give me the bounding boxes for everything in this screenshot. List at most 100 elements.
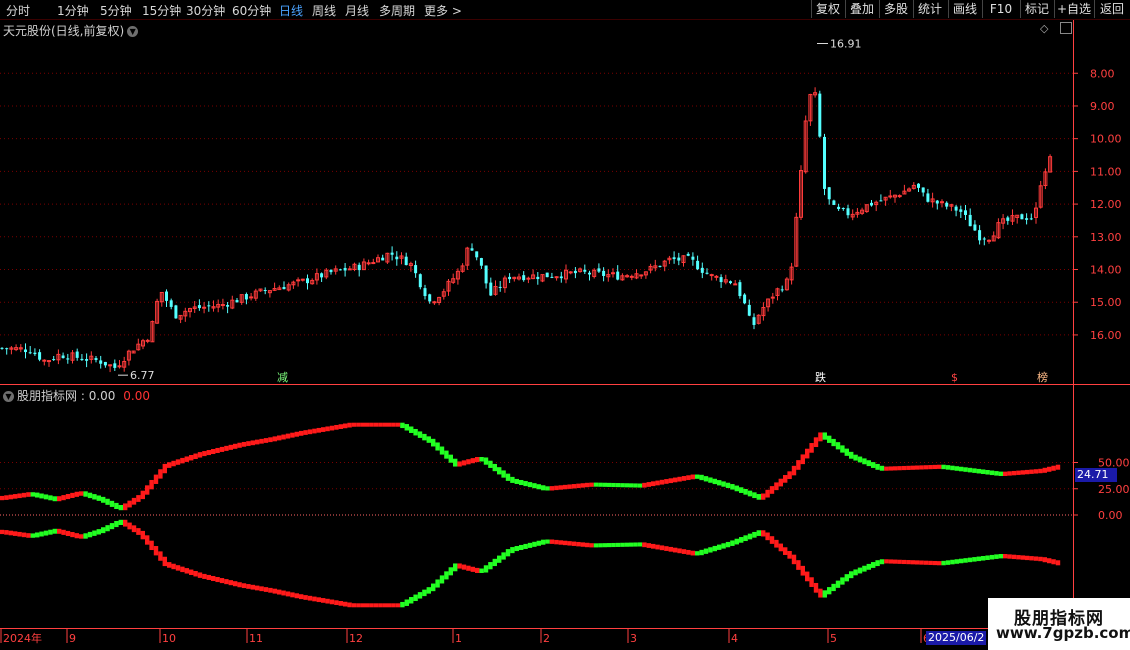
indicator-lower-step	[1007, 554, 1012, 559]
indicator-lower-step	[620, 542, 625, 547]
indicator-lower-step	[558, 540, 563, 545]
indicator-upper-step	[853, 454, 858, 461]
indicator-upper-step	[967, 467, 973, 473]
indicator-upper-step	[976, 468, 981, 474]
indicator-upper-step	[571, 484, 577, 489]
indicator-lower-step	[857, 567, 863, 574]
indicator-lower-step	[118, 519, 123, 526]
indicator-upper-step	[0, 495, 5, 501]
indicator-upper-step	[840, 445, 845, 453]
candle-body	[536, 276, 540, 280]
event-label: 减	[277, 371, 288, 384]
indicator-upper-step	[844, 448, 849, 456]
indicator-upper-step	[747, 490, 753, 497]
indicator-upper-step	[321, 427, 326, 432]
candle-body	[418, 274, 422, 288]
indicator-lower-step	[153, 546, 159, 556]
window-icon[interactable]	[1060, 22, 1072, 34]
indicator-lower-step	[378, 603, 383, 608]
candle-body	[489, 282, 493, 296]
indicator-upper-step	[365, 422, 370, 427]
indicator-lower-step	[589, 543, 594, 548]
indicator-lower-step	[127, 522, 132, 530]
indicator-lower-step	[901, 559, 907, 565]
indicator-upper-step	[466, 459, 471, 465]
indicator-lower-step	[972, 557, 977, 562]
indicator-upper-step	[633, 483, 638, 488]
last-value-badge: 24.71	[1075, 468, 1117, 482]
indicator-upper-step	[646, 482, 651, 487]
indicator-lower-step	[536, 540, 541, 546]
indicator-lower-step	[0, 529, 5, 535]
indicator-lower-step	[470, 566, 475, 572]
indicator-lower-step	[1042, 557, 1047, 563]
candle-body	[729, 281, 732, 284]
candle-body	[113, 363, 117, 368]
indicator-lower-step	[417, 592, 423, 599]
indicator-lower-step	[721, 543, 726, 549]
indicator-lower-step	[268, 587, 273, 593]
candle-body	[770, 296, 775, 299]
indicator-upper-step	[972, 468, 977, 473]
indicator-lower-step	[136, 528, 141, 535]
chevron-down-icon[interactable]: ▼	[3, 391, 14, 402]
indicator-upper-step	[338, 424, 343, 429]
indicator-lower-step	[598, 543, 603, 548]
indicator-upper-step	[101, 496, 106, 503]
indicator-upper-step	[347, 422, 352, 428]
indicator-upper-step	[527, 482, 533, 488]
indicator-lower-step	[338, 601, 343, 606]
indicator-upper-step	[118, 504, 123, 511]
indicator-lower-step	[871, 562, 876, 568]
indicator-upper-step	[791, 465, 797, 476]
candle-body	[320, 273, 324, 278]
indicator-upper-step	[470, 458, 475, 464]
price-chart[interactable]: 16.91 6.77 减 跌 $ 榜 16.00 15.00 14.00 13.00 12.00 1…	[0, 0, 1130, 650]
indicator-panel-title: ▼ 股朋指标网 : 0.00 0.00	[3, 387, 150, 404]
indicator-upper-step	[241, 441, 247, 447]
indicator-upper-step	[501, 470, 506, 478]
candle-body	[202, 306, 207, 309]
time-axis-label: 11	[249, 632, 263, 645]
indicator-lower-step	[963, 558, 968, 563]
indicator-lower-step	[985, 555, 990, 561]
diamond-icon[interactable]: ◇	[1040, 22, 1048, 35]
candle-body	[371, 262, 376, 265]
indicator-upper-step	[1051, 465, 1056, 471]
indicator-lower-step	[730, 540, 735, 546]
indicator-upper-step	[171, 460, 176, 467]
candle-body	[103, 361, 107, 366]
indicator-upper-step	[532, 483, 537, 489]
indicator-upper-step	[369, 422, 374, 427]
indicator-upper-step	[488, 460, 493, 468]
candle-body	[982, 238, 986, 240]
indicator-lower-step	[1029, 556, 1034, 561]
indicator-lower-step	[285, 591, 291, 597]
indicator-upper-step	[21, 492, 27, 498]
indicator-upper-step	[475, 457, 480, 463]
chevron-down-icon[interactable]: ▼	[127, 26, 139, 37]
candle-body	[677, 257, 681, 261]
indicator-upper-step	[1038, 468, 1043, 474]
indicator-lower-step	[193, 570, 198, 577]
indicator-lower-step	[752, 531, 757, 538]
indicator-upper-step	[4, 495, 9, 500]
candle-body	[220, 304, 225, 307]
indicator-upper-step	[721, 481, 726, 487]
candle-body	[108, 364, 113, 367]
indicator-lower-step	[65, 530, 71, 537]
candle-body	[639, 274, 644, 277]
indicator-lower-step	[263, 587, 269, 592]
indicator-lower-step	[994, 554, 999, 559]
candle-body	[174, 305, 178, 319]
indicator-lower-step	[580, 542, 585, 547]
indicator-upper-step	[725, 482, 731, 489]
indicator-lower-step	[325, 598, 330, 604]
indicator-lower-step	[171, 563, 176, 570]
candle-body	[573, 270, 577, 274]
indicator-upper-step	[888, 466, 893, 471]
indicator-lower-step	[391, 603, 396, 608]
indicator-upper-step	[444, 450, 449, 459]
indicator-lower-step	[576, 541, 581, 547]
indicator-upper-step	[857, 456, 863, 463]
